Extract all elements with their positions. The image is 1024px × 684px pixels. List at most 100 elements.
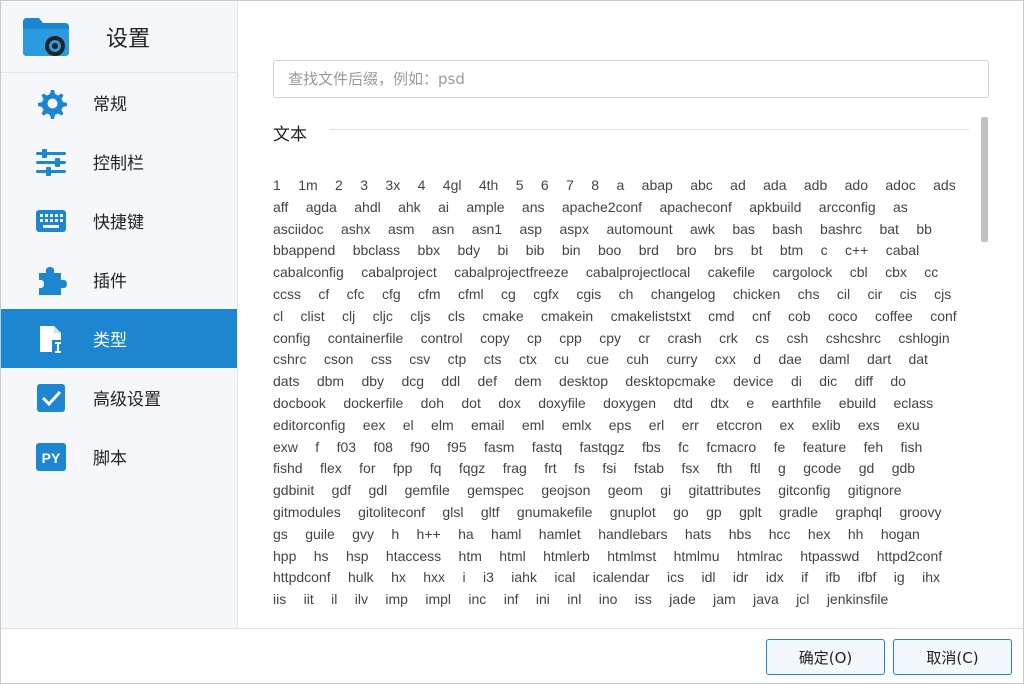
extension-item[interactable]: dby: [361, 371, 384, 393]
sidebar-item-toolbar[interactable]: 控制栏: [1, 132, 237, 191]
extension-item[interactable]: f95: [447, 437, 466, 459]
extension-item[interactable]: gp: [706, 502, 722, 524]
extension-item[interactable]: htmlmst: [607, 546, 656, 568]
extension-item[interactable]: icalendar: [593, 567, 650, 589]
extension-item[interactable]: coco: [828, 306, 858, 328]
extension-item[interactable]: f03: [337, 437, 356, 459]
extension-item[interactable]: asm: [388, 219, 414, 241]
extension-item[interactable]: cmd: [708, 306, 734, 328]
extension-item[interactable]: 2: [335, 175, 343, 197]
extension-item[interactable]: hxx: [423, 567, 445, 589]
extension-item[interactable]: gradle: [779, 502, 818, 524]
extension-item[interactable]: gcode: [803, 458, 841, 480]
extension-item[interactable]: dtd: [673, 393, 692, 415]
extension-item[interactable]: bat: [879, 219, 898, 241]
extension-item[interactable]: gitattributes: [688, 480, 760, 502]
extension-item[interactable]: emlx: [562, 415, 592, 437]
extension-item[interactable]: ado: [845, 175, 868, 197]
extension-item[interactable]: jcl: [796, 589, 809, 611]
extension-item[interactable]: 3: [360, 175, 368, 197]
extension-item[interactable]: cabalproject: [361, 262, 437, 284]
extension-item[interactable]: docbook: [273, 393, 326, 415]
extension-item[interactable]: desktop: [559, 371, 608, 393]
extension-item[interactable]: bbappend: [273, 240, 335, 262]
extension-item[interactable]: arcconfig: [819, 197, 876, 219]
extension-item[interactable]: cs: [755, 328, 769, 350]
extension-item[interactable]: 4: [418, 175, 426, 197]
extension-item[interactable]: brs: [714, 240, 733, 262]
extension-item[interactable]: crash: [667, 328, 701, 350]
extension-item[interactable]: cu: [554, 349, 569, 371]
extension-item[interactable]: cshrc: [273, 349, 306, 371]
extension-item[interactable]: exs: [858, 415, 880, 437]
extension-item[interactable]: clj: [342, 306, 355, 328]
extension-item[interactable]: csv: [409, 349, 430, 371]
extension-item[interactable]: coffee: [875, 306, 913, 328]
extension-item[interactable]: idx: [766, 567, 784, 589]
extension-item[interactable]: cts: [484, 349, 502, 371]
extension-item[interactable]: dox: [498, 393, 521, 415]
extension-item[interactable]: ddl: [441, 371, 460, 393]
extension-item[interactable]: imp: [385, 589, 408, 611]
extension-item[interactable]: gdf: [332, 480, 351, 502]
extension-item[interactable]: as: [893, 197, 908, 219]
extension-item[interactable]: cabal: [886, 240, 919, 262]
extension-item[interactable]: jam: [713, 589, 736, 611]
extension-item[interactable]: fastqgz: [580, 437, 625, 459]
extension-item[interactable]: 1: [273, 175, 281, 197]
extension-item[interactable]: fstab: [634, 458, 664, 480]
extension-item[interactable]: config: [273, 328, 310, 350]
extension-item[interactable]: ihx: [922, 567, 940, 589]
extension-item[interactable]: cson: [324, 349, 354, 371]
extension-item[interactable]: abap: [642, 175, 673, 197]
extension-item[interactable]: groovy: [899, 502, 941, 524]
sidebar-item-plugins[interactable]: 插件: [1, 250, 237, 309]
extension-item[interactable]: cpp: [559, 328, 582, 350]
extension-item[interactable]: exu: [897, 415, 920, 437]
extension-item[interactable]: htm: [459, 546, 482, 568]
extension-item[interactable]: fth: [717, 458, 733, 480]
extension-item[interactable]: handlebars: [598, 524, 667, 546]
extension-item[interactable]: fqgz: [459, 458, 485, 480]
extension-item[interactable]: cmakeliststxt: [611, 306, 691, 328]
extension-item[interactable]: c: [821, 240, 828, 262]
extension-item[interactable]: fcmacro: [706, 437, 756, 459]
extension-item[interactable]: inl: [567, 589, 581, 611]
extension-item[interactable]: fasm: [484, 437, 514, 459]
sidebar-item-types[interactable]: 类型: [1, 309, 237, 368]
extension-item[interactable]: ccss: [273, 284, 301, 306]
vertical-scrollbar[interactable]: [981, 117, 988, 242]
extension-item[interactable]: 7: [566, 175, 574, 197]
extension-item[interactable]: ans: [522, 197, 545, 219]
extension-item[interactable]: daml: [819, 349, 849, 371]
extension-item[interactable]: hbs: [729, 524, 752, 546]
extension-item[interactable]: cxx: [715, 349, 736, 371]
extension-item[interactable]: htmlerb: [543, 546, 590, 568]
extension-item[interactable]: asn1: [472, 219, 502, 241]
extension-item[interactable]: graphql: [835, 502, 882, 524]
extension-item[interactable]: f90: [410, 437, 429, 459]
extension-item[interactable]: cljs: [410, 306, 430, 328]
extension-item[interactable]: htpasswd: [800, 546, 859, 568]
extension-item[interactable]: agda: [306, 197, 337, 219]
extension-item[interactable]: 4th: [479, 175, 498, 197]
extension-item[interactable]: diff: [855, 371, 873, 393]
extension-item[interactable]: cakefile: [708, 262, 755, 284]
extension-item[interactable]: ifb: [826, 567, 841, 589]
extension-item[interactable]: fish: [901, 437, 923, 459]
extension-item[interactable]: feature: [803, 437, 847, 459]
extension-item[interactable]: el: [403, 415, 414, 437]
extension-item[interactable]: idl: [701, 567, 715, 589]
sidebar-item-advanced[interactable]: 高级设置: [1, 368, 237, 427]
extension-item[interactable]: email: [471, 415, 504, 437]
sidebar-item-general[interactable]: 常规: [1, 73, 237, 132]
extension-item[interactable]: ai: [438, 197, 449, 219]
extension-item[interactable]: aff: [273, 197, 288, 219]
extension-item[interactable]: ical: [554, 567, 575, 589]
extension-item[interactable]: gnuplot: [610, 502, 656, 524]
extension-item[interactable]: aspx: [559, 219, 589, 241]
extension-item[interactable]: do: [890, 371, 906, 393]
extension-item[interactable]: ad: [730, 175, 746, 197]
extension-item[interactable]: ftl: [750, 458, 761, 480]
extension-item[interactable]: geojson: [541, 480, 590, 502]
